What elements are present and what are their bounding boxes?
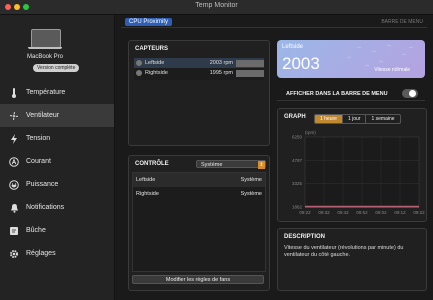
sidebar-item-label: Puissance <box>26 181 59 188</box>
sensor-value: 1995 rpm <box>209 70 233 76</box>
sidebar-nav: Température Ventilateur Tension Courant <box>0 81 114 265</box>
menubar-toggle[interactable] <box>402 89 418 98</box>
menubar-setting: AFFICHER DANS LA BARRE DE MENU <box>277 88 425 101</box>
fan-icon <box>9 111 19 121</box>
laptop-icon <box>28 29 62 49</box>
sensor-bar <box>236 59 264 67</box>
x-tick-label: 09:12 <box>394 210 406 215</box>
sidebar-item-label: Réglages <box>26 250 56 257</box>
description-title: DESCRIPTION <box>284 234 326 240</box>
chevron-updown-icon: ⇕ <box>258 161 265 169</box>
y-tick-label: 3325 <box>292 181 303 186</box>
fan-speed-chart: (rpm)625047873325186209:22 09:32 09:42 09:5… <box>292 130 425 215</box>
tab-cpu-proximity[interactable]: CPU Proximity <box>125 18 173 26</box>
plug-icon <box>9 179 19 190</box>
sensor-value: 2003 rpm <box>209 60 233 66</box>
sensor-name: Rightside <box>145 70 168 76</box>
current-icon <box>9 156 19 167</box>
control-table: Leftside Système Rightside Système <box>132 172 266 272</box>
toggle-knob <box>409 90 416 97</box>
sensor-name: Leftside <box>145 60 165 66</box>
y-tick-label: 6250 <box>292 135 303 140</box>
description-panel: DESCRIPTION Vitesse du ventilateur (révo… <box>277 228 427 291</box>
sensors-panel: CAPTEURS <box>128 40 270 146</box>
menubar-label: AFFICHER DANS LA BARRE DE MENU <box>286 91 388 97</box>
sidebar-item-temperature[interactable]: Température <box>0 81 114 104</box>
fan-sensor-icon <box>136 60 142 66</box>
y-tick-label: 4787 <box>292 158 303 163</box>
sensor-row-rightside[interactable]: Rightside 1995 rpm <box>134 68 264 78</box>
sidebar-item-label: Tension <box>26 135 51 142</box>
hero-value: 2003 <box>282 54 320 73</box>
fan-hero-card: Leftside 2003 Vitesse normale <box>277 40 425 78</box>
sidebar-item-notifications[interactable]: Notifications <box>0 196 114 219</box>
control-row-mode: Système <box>240 177 262 183</box>
range-1-day[interactable]: 1 jour <box>343 115 367 123</box>
sensors-title: CAPTEURS <box>135 46 169 52</box>
table-row[interactable]: Rightside Système <box>133 187 265 201</box>
x-tick-label: 09:22 <box>413 210 425 215</box>
range-1-week[interactable]: 1 semaine <box>366 115 399 123</box>
control-panel: CONTRÔLE Système ⇕ Leftside Système Righ… <box>128 155 270 291</box>
description-text: Vitesse du ventilateur (révolutions par … <box>284 245 404 258</box>
y-axis-label: (rpm) <box>305 130 316 135</box>
sidebar-item-label: Courant <box>26 158 51 165</box>
version-badge: Version complète <box>33 64 80 72</box>
thermometer-icon <box>9 87 19 98</box>
sidebar-item-label: Ventilateur <box>26 112 60 119</box>
y-tick-label: 1862 <box>292 205 303 210</box>
sensor-row-leftside[interactable]: Leftside 2003 rpm <box>134 58 264 68</box>
tab-menu-bar[interactable]: BARRE DE MENU <box>381 19 423 25</box>
titlebar: Temp Monitor <box>0 0 433 15</box>
control-mode-select[interactable]: Système ⇕ <box>196 160 266 169</box>
control-title: CONTRÔLE <box>135 161 169 167</box>
device-name: MacBook Pro <box>27 54 64 60</box>
range-1-hour[interactable]: 1 heure <box>315 115 343 123</box>
x-tick-label: 09:22 <box>299 210 311 215</box>
app-window: Temp Monitor MacBook Pro Version complèt… <box>0 0 433 300</box>
sidebar-item-label: Bûche <box>26 227 46 234</box>
control-row-name: Leftside <box>136 177 156 183</box>
sensor-bar <box>236 69 264 77</box>
range-segmented-control: 1 heure 1 jour 1 semaine <box>314 114 401 124</box>
control-mode-value: Système <box>201 162 223 168</box>
fan-sensor-icon <box>136 70 142 76</box>
bell-icon <box>9 203 19 213</box>
x-tick-label: 09:02 <box>375 210 387 215</box>
sidebar-item-current[interactable]: Courant <box>0 150 114 173</box>
x-tick-label: 09:42 <box>337 210 349 215</box>
graph-panel: GRAPH 1 heure 1 jour 1 semaine (rpm) 6250… <box>277 108 427 222</box>
sidebar-item-label: Température <box>26 89 66 96</box>
sidebar-item-power[interactable]: Puissance <box>0 173 114 196</box>
sidebar-item-label: Notifications <box>26 204 65 211</box>
window-title: Temp Monitor <box>195 2 238 9</box>
log-icon <box>9 226 19 236</box>
sidebar-item-fan[interactable]: Ventilateur <box>0 104 114 127</box>
modify-fan-rules-button[interactable]: Modifier les règles de fans <box>132 275 264 284</box>
sidebar-item-log[interactable]: Bûche <box>0 219 114 242</box>
sensor-list: Leftside 2003 rpm Rightside 1995 rpm <box>134 58 264 80</box>
sensor-tabbar: CPU Proximity BARRE DE MENU <box>121 17 427 28</box>
sidebar-item-voltage[interactable]: Tension <box>0 127 114 150</box>
sidebar: MacBook Pro Version complète Température… <box>0 15 115 300</box>
sidebar-item-settings[interactable]: Réglages <box>0 242 114 265</box>
hero-status: Vitesse normale <box>374 67 410 73</box>
table-row[interactable]: Leftside Système <box>133 173 265 187</box>
x-tick-label: 09:52 <box>356 210 368 215</box>
control-row-mode: Système <box>240 191 262 197</box>
lightning-icon <box>9 133 19 144</box>
graph-title: GRAPH <box>284 114 306 120</box>
gear-icon <box>9 249 19 259</box>
control-row-name: Rightside <box>136 191 159 197</box>
hero-sensor-name: Leftside <box>282 44 304 50</box>
x-tick-label: 09:32 <box>318 210 330 215</box>
